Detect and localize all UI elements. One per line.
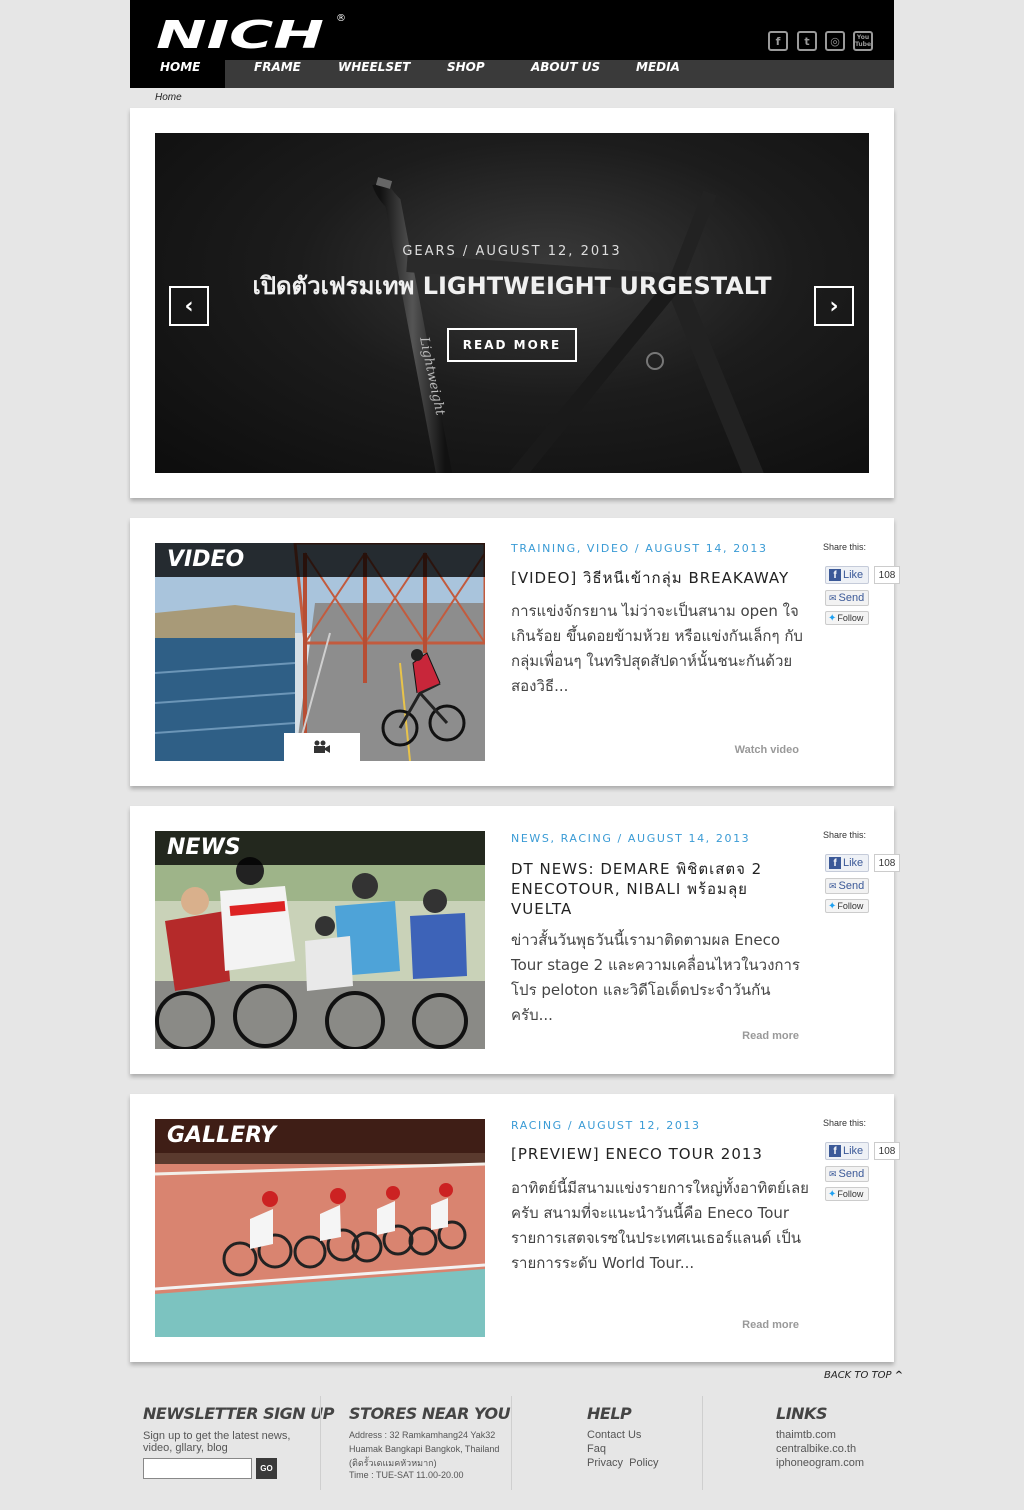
back-to-top-label: BACK TO TOP xyxy=(824,1370,892,1381)
like-label: Like xyxy=(843,857,864,869)
stores-heading: STORES NEAR YOU xyxy=(349,1404,511,1423)
share-label: Share this: xyxy=(823,1118,867,1128)
logo-text: NICH xyxy=(156,13,324,54)
send-icon: ✉ xyxy=(829,592,837,603)
facebook-like-button[interactable]: f Like xyxy=(825,854,869,872)
nav-item-frame[interactable]: FRAME xyxy=(254,60,301,88)
follow-label: Follow xyxy=(837,1189,864,1199)
facebook-icon: f xyxy=(829,569,841,581)
facebook-send-button[interactable]: ✉ Send xyxy=(825,878,869,894)
twitter-follow-button[interactable]: ✦ Follow xyxy=(825,1187,869,1201)
facebook-icon: f xyxy=(829,1145,841,1157)
store-hours: Time : TUE-SAT 11.00-20.00 xyxy=(349,1470,464,1480)
follow-label: Follow xyxy=(837,613,864,623)
footer-link-centralbike[interactable]: centralbike.co.th xyxy=(776,1442,856,1456)
registered-mark: ® xyxy=(336,13,346,24)
post-excerpt: อาทิตย์นี้มีสนามแข่งรายการใหญ่ทั้งอาทิตย… xyxy=(511,1179,809,1272)
newsletter-go-button[interactable]: GO xyxy=(256,1458,277,1479)
hero-title[interactable]: เปิดตัวเฟรมเทพ LIGHTWEIGHT URGESTALT xyxy=(155,266,869,305)
twitter-follow-button[interactable]: ✦ Follow xyxy=(825,611,869,625)
help-link-contact[interactable]: Contact Us xyxy=(587,1428,641,1442)
video-camera-icon[interactable] xyxy=(284,733,360,761)
facebook-like-button[interactable]: f Like xyxy=(825,1142,869,1160)
breadcrumb[interactable]: Home xyxy=(155,92,182,103)
like-count: 108 xyxy=(874,1142,900,1160)
post-title[interactable]: [VIDEO] วิธีหนีเข้ากลุ่ม BREAKAWAY xyxy=(511,568,801,588)
footer-divider xyxy=(511,1396,512,1490)
nav-item-home[interactable]: HOME xyxy=(130,60,225,88)
nav-item-shop[interactable]: SHOP xyxy=(447,60,485,88)
instagram-icon[interactable]: ◎ xyxy=(825,31,845,51)
follow-label: Follow xyxy=(837,901,864,911)
post-meta[interactable]: RACING / AUGUST 12, 2013 xyxy=(511,1119,701,1132)
twitter-bird-icon: ✦ xyxy=(828,900,837,912)
video-camera-glyph xyxy=(314,740,330,753)
send-label: Send xyxy=(838,592,865,604)
post-meta[interactable]: NEWS, RACING / AUGUST 14, 2013 xyxy=(511,832,750,845)
section-label-news: NEWS xyxy=(155,831,485,865)
facebook-like-button[interactable]: f Like xyxy=(825,566,869,584)
help-heading: HELP xyxy=(587,1404,632,1423)
like-count: 108 xyxy=(874,854,900,872)
footer-link-thaimtb[interactable]: thaimtb.com xyxy=(776,1428,836,1442)
youtube-icon[interactable]: You Tube xyxy=(853,31,873,51)
send-label: Send xyxy=(838,880,865,892)
facebook-icon[interactable]: f xyxy=(768,31,788,51)
newsletter-heading: NEWSLETTER SIGN UP xyxy=(143,1404,334,1423)
twitter-follow-button[interactable]: ✦ Follow xyxy=(825,899,869,913)
footer-link-iphoneogram[interactable]: iphoneogram.com xyxy=(776,1456,864,1470)
newsletter-text: Sign up to get the latest news, video, g… xyxy=(143,1430,291,1454)
post-title[interactable]: DT NEWS: DEMARE พิชิตเสตจ 2 ENECOTOUR, N… xyxy=(511,859,801,919)
links-heading: LINKS xyxy=(776,1404,827,1423)
read-more-link[interactable]: Read more xyxy=(700,1319,799,1331)
post-title[interactable]: [PREVIEW] ENECO TOUR 2013 xyxy=(511,1144,801,1164)
footer-divider xyxy=(320,1396,321,1490)
facebook-send-button[interactable]: ✉ Send xyxy=(825,1166,869,1182)
main-nav xyxy=(130,60,894,88)
hero-prev-arrow-icon[interactable]: ‹ xyxy=(169,286,209,326)
twitter-icon[interactable]: t xyxy=(797,31,817,51)
hero-category[interactable]: GEARS / AUGUST 12, 2013 xyxy=(155,244,869,259)
read-more-link[interactable]: Read more xyxy=(700,1030,799,1042)
share-label: Share this: xyxy=(823,542,867,552)
facebook-icon: f xyxy=(829,857,841,869)
nav-item-wheelset[interactable]: WHEELSET xyxy=(338,60,410,88)
watch-video-link[interactable]: Watch video xyxy=(700,744,799,756)
post-meta[interactable]: TRAINING, VIDEO / AUGUST 14, 2013 xyxy=(511,542,768,555)
send-icon: ✉ xyxy=(829,880,837,891)
section-label-gallery: GALLERY xyxy=(155,1119,485,1153)
help-link-faq[interactable]: Faq xyxy=(587,1442,606,1456)
nich-logo[interactable]: NICH ® xyxy=(154,10,354,57)
back-to-top-link[interactable]: BACK TO TOP ^ xyxy=(824,1370,903,1381)
section-label-video: VIDEO xyxy=(155,543,485,577)
post-excerpt: ข่าวสั้นวันพุธวันนี้เรามาติดตามผล Eneco … xyxy=(511,931,800,1024)
share-label: Share this: xyxy=(823,830,867,840)
send-label: Send xyxy=(838,1168,865,1180)
footer-divider xyxy=(702,1396,703,1490)
twitter-bird-icon: ✦ xyxy=(828,1188,837,1200)
post-excerpt: การแข่งจักรยาน ไม่ว่าจะเป็นสนาม open ใจเ… xyxy=(511,602,803,695)
send-icon: ✉ xyxy=(829,1168,837,1179)
like-label: Like xyxy=(843,1145,864,1157)
like-count: 108 xyxy=(874,566,900,584)
like-label: Like xyxy=(843,569,864,581)
hero-read-more-button[interactable]: READ MORE xyxy=(447,328,577,362)
chevron-up-icon: ^ xyxy=(894,1370,904,1381)
facebook-send-button[interactable]: ✉ Send xyxy=(825,590,869,606)
twitter-bird-icon: ✦ xyxy=(828,612,837,624)
nav-item-about-us[interactable]: ABOUT US xyxy=(531,60,600,88)
store-address: Address : 32 Ramkamhang24 Yak32 Huamak B… xyxy=(349,1430,500,1468)
hero-next-arrow-icon[interactable]: › xyxy=(814,286,854,326)
logo-mark: NICH ® xyxy=(156,13,346,57)
help-link-privacy[interactable]: Privacy Policy xyxy=(587,1456,659,1470)
nav-item-media[interactable]: MEDIA xyxy=(636,60,680,88)
newsletter-email-input[interactable] xyxy=(143,1458,252,1479)
